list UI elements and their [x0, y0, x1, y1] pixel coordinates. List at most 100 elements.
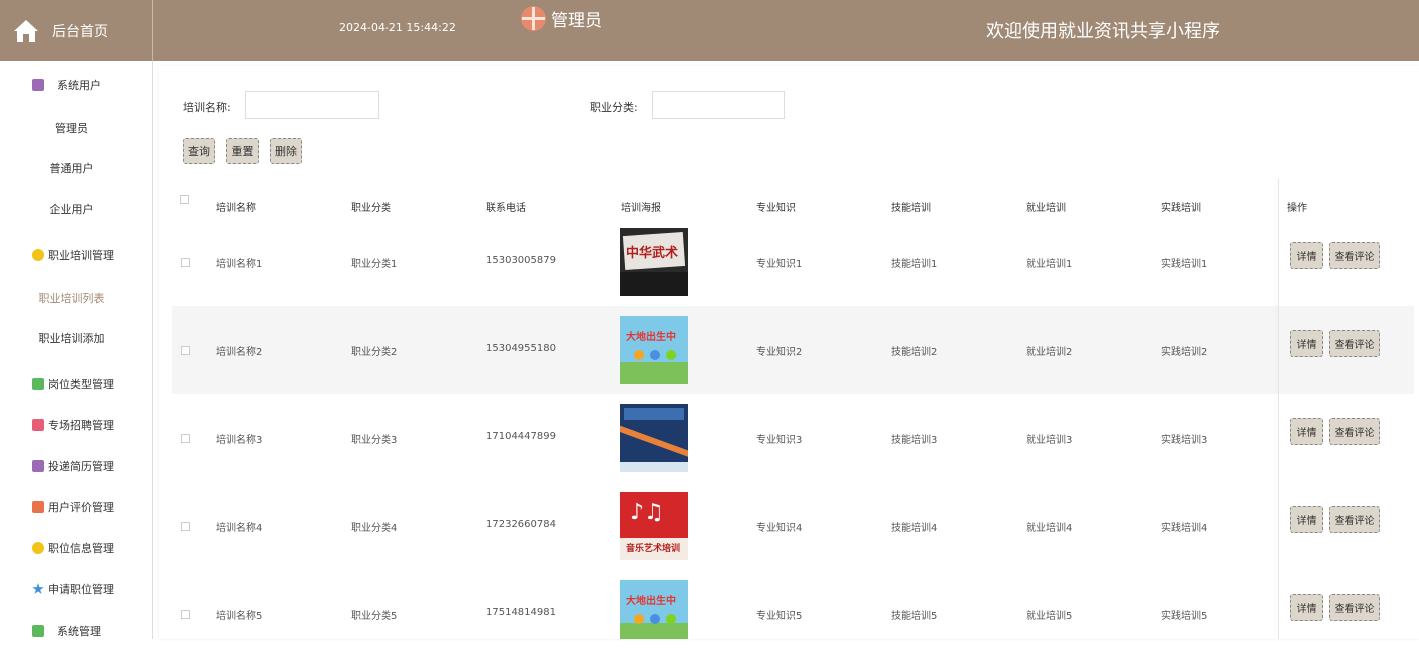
header-skill: 技能培训 [891, 203, 931, 214]
cell-skill: 技能培训5 [891, 611, 938, 622]
cell-skill: 技能培训4 [891, 523, 938, 534]
sidebar-item-training-add[interactable]: 职业培训添加 [0, 330, 143, 346]
cell-training-name: 培训名称1 [216, 259, 263, 270]
chat-icon [32, 378, 44, 390]
sidebar-item-label: 岗位类型管理 [48, 378, 114, 391]
detail-button[interactable]: 详情 [1290, 330, 1323, 357]
actions-column-divider [1278, 178, 1279, 639]
training-name-input[interactable] [245, 91, 379, 119]
row-checkbox[interactable] [181, 346, 190, 355]
delete-button[interactable]: 删除 [270, 138, 302, 164]
user-group-icon [32, 79, 44, 91]
training-name-label: 培训名称: [183, 101, 231, 114]
sidebar: 系统用户 管理员 普通用户 企业用户 职业培训管理 职业培训列表 职业培训添加 … [0, 61, 153, 639]
view-comments-button[interactable]: 查看评论 [1329, 594, 1380, 621]
cell-training-name: 培训名称4 [216, 523, 263, 534]
detail-button[interactable]: 详情 [1290, 506, 1323, 533]
home-link[interactable]: 后台首页 [0, 0, 153, 61]
cell-phone: 17514814981 [486, 607, 556, 618]
cell-knowledge: 专业知识1 [756, 259, 803, 270]
cell-knowledge: 专业知识3 [756, 435, 803, 446]
cell-phone: 15304955180 [486, 343, 556, 354]
avatar [521, 6, 546, 31]
header-phone: 联系电话 [486, 203, 526, 214]
poster-text: 音乐艺术培训 [626, 544, 681, 554]
cell-employment: 就业培训1 [1026, 259, 1073, 270]
sidebar-item-company-users[interactable]: 企业用户 [0, 201, 143, 217]
poster-image[interactable]: 大地出生中 [620, 316, 688, 384]
detail-button[interactable]: 详情 [1290, 594, 1323, 621]
cell-practice: 实践培训5 [1161, 611, 1208, 622]
grid-icon [32, 501, 44, 513]
sidebar-item-admin[interactable]: 管理员 [0, 120, 143, 136]
header-employment: 就业培训 [1026, 203, 1066, 214]
sidebar-item-label: 职业培训管理 [48, 249, 114, 262]
header-job-category: 职业分类 [351, 203, 391, 214]
job-category-input[interactable] [652, 91, 785, 119]
view-comments-button[interactable]: 查看评论 [1329, 330, 1380, 357]
cell-knowledge: 专业知识2 [756, 347, 803, 358]
chat-icon [32, 625, 44, 637]
row-checkbox[interactable] [181, 258, 190, 267]
table-row: 培训名称3 职业分类3 17104447899 专业知识3 技能培训3 就业培训… [172, 394, 1414, 482]
top-bar: 后台首页 2024-04-21 15:44:22 管理员 欢迎使用就业资讯共享小… [0, 0, 1419, 61]
table-row: 培训名称1 职业分类1 15303005879 中华武术 专业知识1 技能培训1… [172, 218, 1414, 306]
poster-image[interactable]: 大地出生中 [620, 580, 688, 639]
cell-skill: 技能培训2 [891, 347, 938, 358]
cell-job-category: 职业分类3 [351, 435, 398, 446]
poster-text: 大地出生中 [626, 332, 676, 343]
header-training-name: 培训名称 [216, 203, 256, 214]
cell-employment: 就业培训3 [1026, 435, 1073, 446]
cell-practice: 实践培训2 [1161, 347, 1208, 358]
cell-job-category: 职业分类5 [351, 611, 398, 622]
cell-phone: 17104447899 [486, 431, 556, 442]
table-row: 培训名称5 职业分类5 17514814981 大地出生中 专业知识5 技能培训… [172, 570, 1414, 658]
sidebar-item-label: 专场招聘管理 [48, 419, 114, 432]
row-checkbox[interactable] [181, 610, 190, 619]
header-practice: 实践培训 [1161, 203, 1201, 214]
cell-phone: 15303005879 [486, 255, 556, 266]
cell-practice: 实践培训1 [1161, 259, 1208, 270]
view-comments-button[interactable]: 查看评论 [1329, 242, 1380, 269]
poster-text: 中华武术 [626, 246, 679, 261]
table-row: 培训名称2 职业分类2 15304955180 大地出生中 专业知识2 技能培训… [172, 306, 1414, 394]
cell-employment: 就业培训2 [1026, 347, 1073, 358]
sidebar-item-label: 申请职位管理 [48, 583, 114, 596]
cell-skill: 技能培训3 [891, 435, 938, 446]
select-all-checkbox[interactable] [180, 195, 189, 204]
admin-user[interactable]: 管理员 [521, 6, 602, 31]
reset-button[interactable]: 重置 [226, 138, 259, 164]
row-checkbox[interactable] [181, 522, 190, 531]
sidebar-item-normal-users[interactable]: 普通用户 [0, 160, 143, 176]
poster-image[interactable] [620, 404, 688, 472]
sidebar-item-label: 用户评价管理 [48, 501, 114, 514]
header-knowledge: 专业知识 [756, 203, 796, 214]
welcome-title: 欢迎使用就业资讯共享小程序 [986, 21, 1220, 42]
cell-training-name: 培训名称5 [216, 611, 263, 622]
main-panel: 培训名称: 职业分类: 查询 重置 删除 培训名称 职业分类 联系电话 培训海报… [159, 66, 1419, 639]
view-comments-button[interactable]: 查看评论 [1329, 506, 1380, 533]
archive-icon [32, 460, 44, 472]
cell-practice: 实践培训4 [1161, 523, 1208, 534]
job-category-label: 职业分类: [590, 101, 638, 114]
detail-button[interactable]: 详情 [1290, 242, 1323, 269]
card-icon [32, 419, 44, 431]
header-actions: 操作 [1287, 203, 1307, 214]
sidebar-item-label: 职位信息管理 [48, 542, 114, 555]
sidebar-item-training-list[interactable]: 职业培训列表 [0, 290, 143, 306]
cell-knowledge: 专业知识4 [756, 523, 803, 534]
cell-employment: 就业培训4 [1026, 523, 1073, 534]
table-row: 培训名称4 职业分类4 17232660784 音乐艺术培训 ♪♫ 专业知识4 … [172, 482, 1414, 570]
detail-button[interactable]: 详情 [1290, 418, 1323, 445]
cell-employment: 就业培训5 [1026, 611, 1073, 622]
cell-training-name: 培训名称3 [216, 435, 263, 446]
poster-image[interactable]: 中华武术 [620, 228, 688, 296]
view-comments-button[interactable]: 查看评论 [1329, 418, 1380, 445]
poster-image[interactable]: 音乐艺术培训 ♪♫ [620, 492, 688, 560]
row-checkbox[interactable] [181, 434, 190, 443]
header-poster: 培训海报 [621, 203, 661, 214]
cell-training-name: 培训名称2 [216, 347, 263, 358]
cube-icon [32, 249, 44, 261]
cell-knowledge: 专业知识5 [756, 611, 803, 622]
query-button[interactable]: 查询 [183, 138, 215, 164]
